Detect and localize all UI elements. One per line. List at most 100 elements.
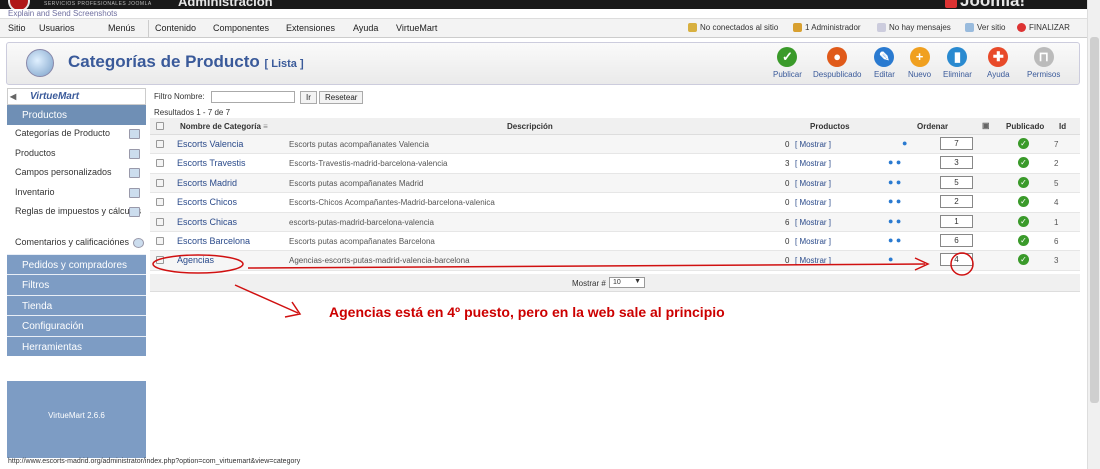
order-input[interactable]: 1 — [940, 214, 973, 228]
order-arrows-icon[interactable]: ● ● — [888, 216, 901, 226]
explain-overlay-text: Explain and Send Screenshots — [8, 9, 118, 18]
sidebar-item-productos[interactable]: Productos — [7, 145, 146, 165]
row-checkbox[interactable] — [156, 178, 164, 187]
sidebar-item-categorias[interactable]: Categorías de Producto — [7, 125, 146, 145]
sidebar-section-productos[interactable]: Productos — [7, 105, 146, 125]
order-arrows-icon[interactable]: ● ● — [888, 177, 901, 187]
category-name-link[interactable]: Escorts Chicos — [177, 197, 237, 207]
logout-link[interactable]: FINALIZAR — [1017, 23, 1070, 32]
col-order[interactable]: Ordenar — [917, 122, 948, 131]
page-header: Categorías de Producto [ Lista ] ✓ Public… — [6, 42, 1080, 85]
menu-sitio[interactable]: Sitio — [8, 23, 26, 33]
show-products-link[interactable]: [ Mostrar ] — [795, 198, 831, 207]
sidebar-item-campos[interactable]: Campos personalizados — [7, 164, 146, 184]
categories-icon — [26, 49, 54, 77]
order-input[interactable]: 4 — [940, 253, 973, 267]
scrollbar-thumb[interactable] — [1090, 37, 1099, 403]
col-description: Descripción — [507, 122, 553, 131]
category-name-link[interactable]: Agencias — [177, 255, 214, 265]
toolbar-permisos-button[interactable]: ⊓ Permisos — [1027, 47, 1060, 79]
order-input[interactable]: 5 — [940, 175, 973, 189]
toolbar-ayuda-button[interactable]: ✚ Ayuda — [987, 47, 1010, 79]
order-arrows-icon[interactable]: ● ● — [888, 196, 901, 206]
show-products-link[interactable]: [ Mostrar ] — [795, 218, 831, 227]
lock-icon: ⊓ — [1033, 47, 1054, 67]
menu-virtuemart[interactable]: VirtueMart — [396, 23, 437, 33]
sidebar-item-inventario[interactable]: Inventario — [7, 184, 146, 204]
category-name-link[interactable]: Escorts Chicas — [177, 217, 237, 227]
menu-extensiones[interactable]: Extensiones — [286, 23, 335, 33]
collapse-arrow-icon[interactable]: ◀ — [10, 92, 16, 101]
toolbar-editar-button[interactable]: ✎ Editar — [874, 47, 895, 79]
menu-componentes[interactable]: Componentes — [213, 23, 269, 33]
category-name-link[interactable]: Escorts Valencia — [177, 139, 243, 149]
page-title: Categorías de Producto [ Lista ] — [68, 52, 304, 71]
category-name-link[interactable]: Escorts Madrid — [177, 178, 237, 188]
menu-usuarios[interactable]: Usuarios — [39, 23, 75, 33]
filter-reset-button[interactable]: Resetear — [319, 91, 364, 104]
view-site-link[interactable]: Ver sitio — [965, 23, 1005, 32]
order-input[interactable]: 6 — [940, 233, 973, 247]
published-check-icon[interactable]: ✓ — [1018, 196, 1029, 208]
scrollbar[interactable] — [1087, 0, 1100, 469]
row-checkbox[interactable] — [156, 217, 164, 226]
show-products-link[interactable]: [ Mostrar ] — [795, 256, 831, 265]
table-row: Escorts Valencia Escorts putas acompañana… — [150, 135, 1080, 155]
col-published[interactable]: Publicado — [1006, 122, 1044, 131]
published-check-icon[interactable]: ✓ — [1018, 157, 1029, 169]
menu-menus[interactable]: Menús — [108, 23, 135, 33]
row-checkbox[interactable] — [156, 140, 164, 148]
category-name-link[interactable]: Escorts Travestis — [177, 158, 246, 168]
col-name[interactable]: Nombre de Categoría ≡ — [180, 122, 268, 131]
sidebar-item-comentarios[interactable]: Comentarios y calificaciónes — [7, 234, 146, 254]
sidebar-section-herramientas[interactable]: Herramientas — [7, 335, 146, 357]
toolbar-publicar-button[interactable]: ✓ Publicar — [773, 47, 802, 79]
sidebar-section-configuracion[interactable]: Configuración — [7, 315, 146, 336]
power-icon — [1017, 23, 1026, 32]
save-order-icon[interactable]: ▣ — [982, 121, 990, 130]
menu-contenido[interactable]: Contenido — [155, 23, 196, 33]
show-products-link[interactable]: [ Mostrar ] — [795, 237, 831, 246]
filter-name-input[interactable] — [211, 91, 295, 103]
menu-ayuda[interactable]: Ayuda — [353, 23, 378, 33]
show-products-link[interactable]: [ Mostrar ] — [795, 140, 831, 149]
published-check-icon[interactable]: ✓ — [1018, 176, 1029, 188]
toolbar-label: Eliminar — [943, 70, 972, 79]
row-checkbox[interactable] — [156, 256, 164, 265]
row-checkbox[interactable] — [156, 236, 164, 245]
show-products-link[interactable]: [ Mostrar ] — [795, 159, 831, 168]
select-all-checkbox[interactable] — [156, 122, 164, 130]
pagination-select[interactable]: 10 ▼ — [609, 277, 645, 288]
toolbar-nuevo-button[interactable]: + Nuevo — [908, 47, 931, 79]
main-content: Filtro Nombre: Ir Resetear Resultados 1 … — [150, 88, 1080, 463]
published-check-icon[interactable]: ✓ — [1018, 138, 1029, 149]
order-input[interactable]: 7 — [940, 137, 973, 150]
main-menubar: Sitio Usuarios Menús Contenido Component… — [0, 18, 1087, 38]
category-description: Escorts putas acompañanates Valencia — [289, 140, 429, 149]
published-check-icon[interactable]: ✓ — [1018, 215, 1029, 227]
published-check-icon[interactable]: ✓ — [1018, 234, 1029, 246]
calculator-icon — [129, 207, 140, 218]
col-id[interactable]: Id — [1059, 122, 1066, 131]
row-checkbox[interactable] — [156, 159, 164, 168]
table-row: Escorts Travestis Escorts-Travestis-madri… — [150, 154, 1080, 174]
show-products-link[interactable]: [ Mostrar ] — [795, 179, 831, 188]
sidebar-section-tienda[interactable]: Tienda — [7, 294, 146, 316]
order-arrows-icon[interactable]: ● ● — [888, 157, 901, 167]
order-up-icon[interactable]: ● — [888, 254, 893, 264]
filter-go-button[interactable]: Ir — [300, 91, 317, 104]
toolbar-despublicado-button[interactable]: ● Despublicado — [813, 47, 861, 79]
sidebar-item-reglas[interactable]: Reglas de impuestos y cálculos — [7, 203, 146, 234]
order-down-icon[interactable]: ● — [902, 138, 907, 148]
category-name-link[interactable]: Escorts Barcelona — [177, 236, 250, 246]
toolbar-eliminar-button[interactable]: ▮ Eliminar — [943, 47, 972, 79]
messages-status[interactable]: No hay mensajes — [877, 23, 951, 32]
published-check-icon[interactable]: ✓ — [1018, 254, 1029, 266]
sidebar-section-filtros[interactable]: Filtros — [7, 274, 146, 295]
category-id: 2 — [1054, 159, 1059, 169]
order-arrows-icon[interactable]: ● ● — [888, 235, 901, 245]
order-input[interactable]: 2 — [940, 195, 973, 209]
row-checkbox[interactable] — [156, 198, 164, 207]
order-input[interactable]: 3 — [940, 156, 973, 170]
sidebar-section-pedidos[interactable]: Pedidos y compradores — [7, 253, 146, 275]
